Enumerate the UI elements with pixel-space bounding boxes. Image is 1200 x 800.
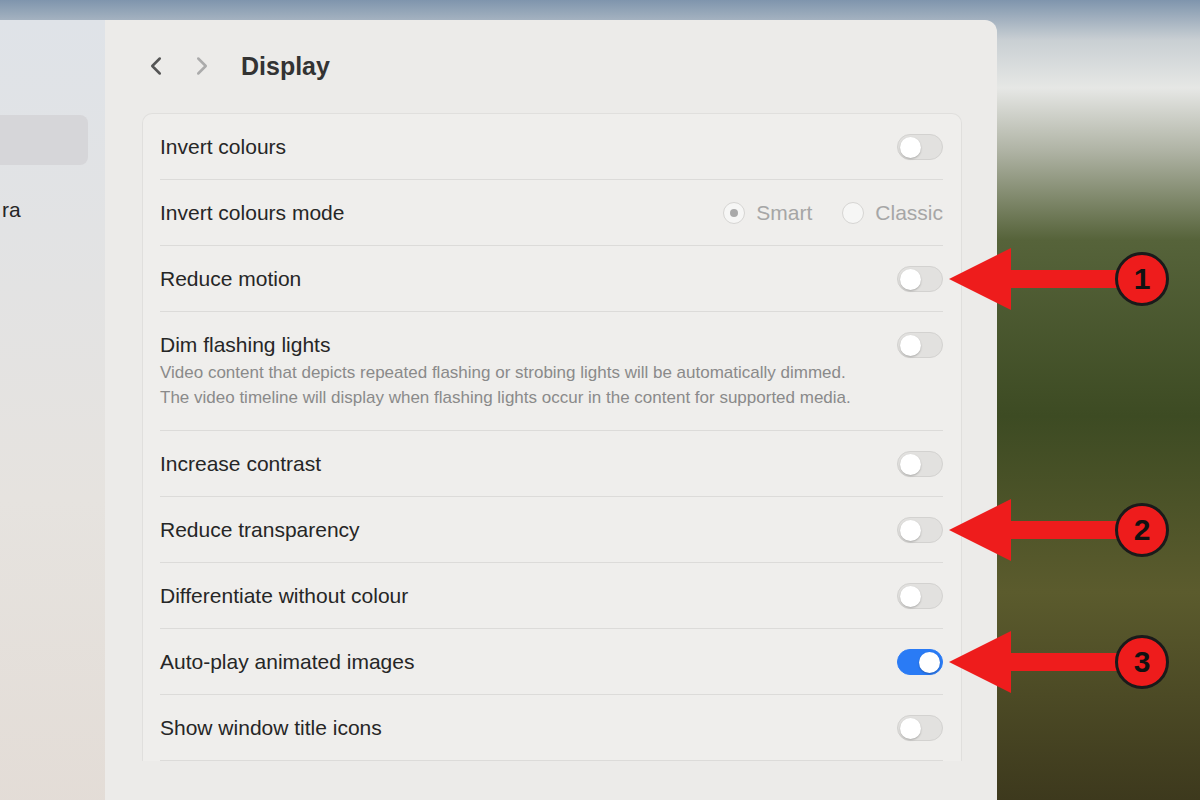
radio-label: Smart xyxy=(756,201,812,225)
page-title: Display xyxy=(241,52,330,81)
toggle-switch[interactable] xyxy=(897,134,943,160)
radio-button xyxy=(723,202,745,224)
toggle-switch[interactable] xyxy=(897,715,943,741)
sidebar: ra xyxy=(0,20,105,800)
arrow-icon xyxy=(949,499,1129,561)
settings-window: ra Display Invert colours Invert colours mo… xyxy=(0,20,997,800)
radio-option: Classic xyxy=(842,201,943,225)
radio-group: Smart Classic xyxy=(723,201,943,225)
toggle-knob xyxy=(900,137,921,158)
settings-group: Invert colours Invert colours mode Smart Cl… xyxy=(142,113,962,761)
desktop: ra Display Invert colours Invert colours mo… xyxy=(0,0,1200,800)
header: Display xyxy=(105,20,997,84)
toggle-switch[interactable] xyxy=(897,649,943,675)
annotation: 2 xyxy=(949,499,1169,561)
radio-option: Smart xyxy=(723,201,812,225)
annotation-number: 3 xyxy=(1115,635,1169,689)
setting-row: Dim flashing lightsVideo content that de… xyxy=(160,312,943,431)
setting-label: Invert colours xyxy=(160,132,286,162)
toggle-switch[interactable] xyxy=(897,266,943,292)
forward-button[interactable] xyxy=(187,48,217,84)
toggle-switch[interactable] xyxy=(897,332,943,358)
setting-label: Increase contrast xyxy=(160,449,321,479)
annotation: 3 xyxy=(949,631,1169,693)
setting-label: Reduce motion xyxy=(160,264,301,294)
setting-row: Reduce motion1 xyxy=(160,246,943,312)
annotation-number: 2 xyxy=(1115,503,1169,557)
setting-row: Reduce transparency2 xyxy=(160,497,943,563)
toggle-knob xyxy=(900,718,921,739)
setting-row: Show window title icons xyxy=(160,695,943,761)
setting-row: Invert colours xyxy=(160,114,943,180)
radio-dot xyxy=(730,209,738,217)
toggle-knob xyxy=(900,586,921,607)
sidebar-item[interactable] xyxy=(0,115,88,165)
arrow-icon xyxy=(949,248,1129,310)
setting-label: Auto-play animated images xyxy=(160,647,414,677)
toggle-switch[interactable] xyxy=(897,451,943,477)
toggle-knob xyxy=(919,652,940,673)
setting-row: Invert colours mode Smart Classic xyxy=(160,180,943,246)
radio-label: Classic xyxy=(875,201,943,225)
toggle-knob xyxy=(900,454,921,475)
setting-label: Dim flashing lights xyxy=(160,330,330,360)
radio-button xyxy=(842,202,864,224)
setting-label: Invert colours mode xyxy=(160,198,344,228)
setting-row: Differentiate without colour xyxy=(160,563,943,629)
setting-label: Differentiate without colour xyxy=(160,581,408,611)
chevron-left-icon xyxy=(141,51,171,81)
sidebar-item[interactable]: ra xyxy=(0,185,88,235)
toggle-knob xyxy=(900,520,921,541)
content-pane: Display Invert colours Invert colours mode… xyxy=(105,20,997,800)
setting-label: Show window title icons xyxy=(160,713,382,743)
arrow-icon xyxy=(949,631,1129,693)
annotation: 1 xyxy=(949,248,1169,310)
setting-description: Video content that depicts repeated flas… xyxy=(160,360,860,410)
annotation-number: 1 xyxy=(1115,252,1169,306)
setting-row: Auto-play animated images3 xyxy=(160,629,943,695)
toggle-switch[interactable] xyxy=(897,517,943,543)
chevron-right-icon xyxy=(187,51,217,81)
toggle-switch[interactable] xyxy=(897,583,943,609)
back-button[interactable] xyxy=(141,48,171,84)
toggle-knob xyxy=(900,335,921,356)
toggle-knob xyxy=(900,269,921,290)
setting-row: Increase contrast xyxy=(160,431,943,497)
setting-label: Reduce transparency xyxy=(160,515,360,545)
